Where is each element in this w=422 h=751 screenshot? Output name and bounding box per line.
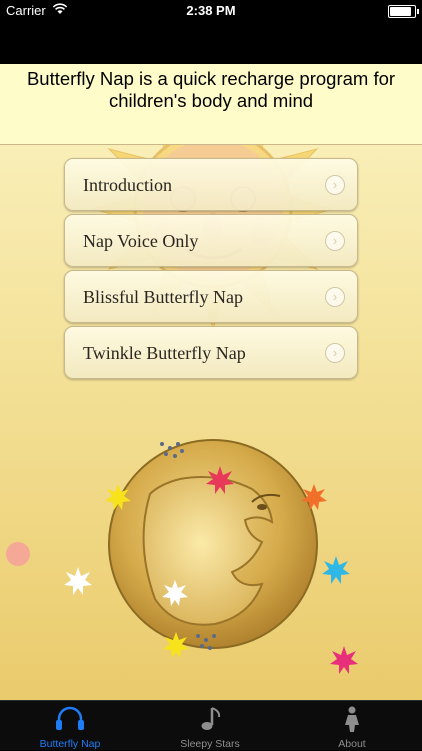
star bbox=[64, 567, 92, 595]
nap-voice-only-button[interactable]: Nap Voice Only › bbox=[64, 214, 358, 267]
tab-bar: Butterfly Nap Sleepy Stars About bbox=[0, 700, 422, 750]
star bbox=[330, 646, 358, 674]
moon-and-stars-illustration bbox=[6, 439, 358, 674]
battery-icon bbox=[388, 5, 419, 18]
star bbox=[6, 542, 30, 566]
tab-label: Sleepy Stars bbox=[180, 738, 240, 750]
person-icon bbox=[345, 706, 359, 732]
tab-label: About bbox=[338, 738, 366, 750]
chevron-right-icon: › bbox=[325, 287, 345, 307]
tab-butterfly-nap[interactable]: Butterfly Nap bbox=[0, 701, 140, 751]
chevron-right-icon: › bbox=[325, 175, 345, 195]
music-note-icon bbox=[201, 707, 221, 730]
menu-item-label: Twinkle Butterfly Nap bbox=[83, 343, 246, 363]
status-bar: Carrier 2:38 PM bbox=[0, 0, 422, 22]
menu-item-label: Introduction bbox=[83, 175, 172, 195]
chevron-right-icon: › bbox=[325, 231, 345, 251]
intro-header: Butterfly Nap is a quick recharge progra… bbox=[0, 64, 422, 145]
headphones-icon bbox=[56, 706, 84, 730]
menu-item-label: Blissful Butterfly Nap bbox=[83, 287, 243, 307]
tab-label: Butterfly Nap bbox=[39, 738, 101, 750]
tab-about[interactable]: About bbox=[282, 701, 422, 751]
star bbox=[322, 556, 350, 584]
introduction-button[interactable]: Introduction › bbox=[64, 158, 358, 211]
twinkle-butterfly-nap-button[interactable]: Twinkle Butterfly Nap › bbox=[64, 326, 358, 379]
blissful-butterfly-nap-button[interactable]: Blissful Butterfly Nap › bbox=[64, 270, 358, 323]
tab-sleepy-stars[interactable]: Sleepy Stars bbox=[140, 701, 280, 751]
navigation-bar bbox=[0, 22, 422, 64]
main-content: Butterfly Nap is a quick recharge progra… bbox=[0, 64, 422, 700]
chevron-right-icon: › bbox=[325, 343, 345, 363]
menu-item-label: Nap Voice Only bbox=[83, 231, 199, 251]
intro-text: Butterfly Nap is a quick recharge progra… bbox=[26, 68, 396, 111]
status-time: 2:38 PM bbox=[186, 3, 236, 18]
nap-menu: Introduction › Nap Voice Only › Blissful… bbox=[64, 158, 358, 382]
